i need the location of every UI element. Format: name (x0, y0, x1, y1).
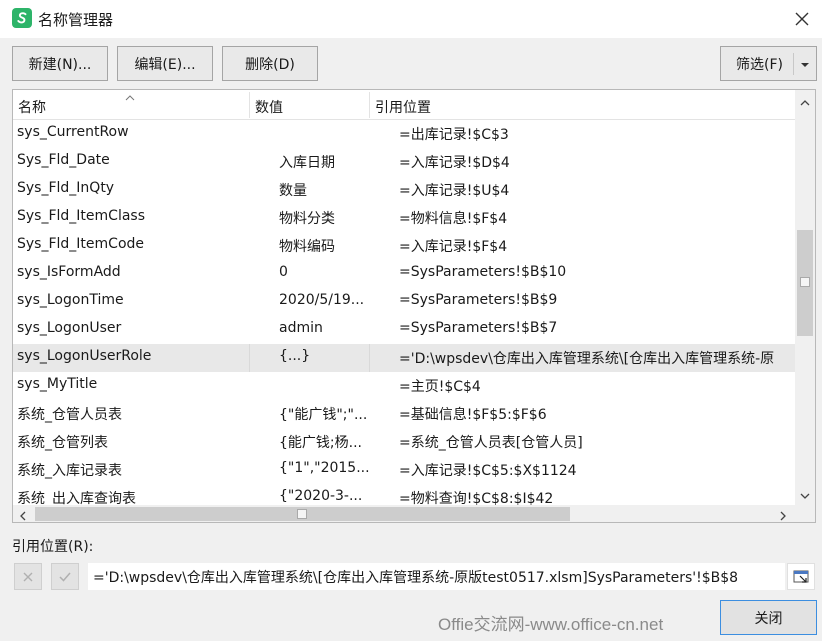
row-name: sys_IsFormAdd (17, 264, 121, 280)
row-name: Sys_Fld_ItemClass (17, 208, 145, 224)
close-button[interactable]: 关闭 (720, 600, 817, 635)
sort-ascending-icon (124, 90, 136, 106)
column-header-value[interactable]: 数值 (255, 97, 283, 117)
row-ref: =主页!$C$4 (399, 379, 481, 395)
row-value: admin (279, 320, 323, 336)
column-divider[interactable] (369, 92, 370, 118)
filter-separator (793, 53, 794, 75)
list-item[interactable]: Sys_Fld_InQty 数量 =入库记录!$U$4 (13, 176, 795, 204)
window-title: 名称管理器 (38, 11, 114, 29)
row-ref: =物料信息!$F$4 (399, 211, 508, 227)
title-bar: 名称管理器 (0, 0, 822, 38)
row-ref: =SysParameters!$B$10 (399, 264, 567, 280)
list-item[interactable]: Sys_Fld_ItemCode 物料编码 =入库记录!$F$4 (13, 232, 795, 260)
grip-icon (800, 277, 810, 287)
row-value: {"能广钱";"... (279, 407, 368, 423)
delete-name-button[interactable]: 删除(D) (222, 46, 318, 81)
column-header-name[interactable]: 名称 (18, 97, 46, 117)
range-select-icon (793, 570, 809, 583)
row-value: 物料编码 (279, 239, 335, 255)
row-value: 物料分类 (279, 211, 335, 227)
filter-label: 筛选(F) (736, 56, 783, 73)
ref-label: 引用位置(R): (12, 539, 94, 555)
column-header-ref[interactable]: 引用位置 (375, 97, 431, 117)
list-header: 名称 数值 引用位置 (13, 90, 795, 120)
scrollbar-corner (795, 505, 815, 522)
collapse-dialog-button[interactable] (787, 563, 815, 590)
grip-icon (297, 509, 307, 519)
cell-divider (249, 344, 250, 372)
vertical-scroll-thumb[interactable] (797, 230, 813, 336)
row-ref: =入库记录!$U$4 (399, 183, 510, 199)
row-name: 系统_仓管列表 (17, 435, 108, 451)
scroll-up-icon[interactable] (800, 95, 810, 111)
list-item[interactable]: sys_LogonTime 2020/5/19... =SysParameter… (13, 288, 795, 316)
row-ref: =出库记录!$C$3 (399, 127, 509, 143)
row-ref: =入库记录!$D$4 (399, 155, 510, 171)
list-item[interactable]: 系统_出入库查询表 {"2020-3-... =物料查询!$C$8:$I$42 (13, 484, 795, 507)
row-name: sys_LogonUser (17, 320, 122, 336)
row-value: 数量 (279, 183, 307, 199)
filter-dropdown-button[interactable]: 筛选(F) (720, 46, 817, 81)
row-ref: =入库记录!$F$4 (399, 239, 508, 255)
row-ref: =系统_仓管人员表[仓管人员] (399, 435, 583, 451)
list-rows: sys_CurrentRow =出库记录!$C$3 Sys_Fld_Date 入… (13, 120, 795, 507)
row-value: 入库日期 (279, 155, 335, 171)
horizontal-scrollbar[interactable] (13, 505, 795, 522)
row-ref: =入库记录!$C$5:$X$1124 (399, 463, 577, 479)
row-name: sys_LogonTime (17, 292, 124, 308)
edit-name-button[interactable]: 编辑(E)... (117, 46, 213, 81)
row-value: {"2020-3-... (279, 488, 363, 504)
row-ref: =SysParameters!$B$7 (399, 320, 558, 336)
row-ref: =基础信息!$F$5:$F$6 (399, 407, 547, 423)
row-name: sys_CurrentRow (17, 124, 129, 140)
row-ref: =SysParameters!$B$9 (399, 292, 558, 308)
names-list[interactable]: 名称 数值 引用位置 sys_CurrentRow =出库记录!$C$3 Sys… (12, 89, 816, 523)
list-item[interactable]: 系统_仓管列表 {能广钱;杨... =系统_仓管人员表[仓管人员] (13, 428, 795, 456)
scroll-left-icon[interactable] (19, 509, 27, 522)
row-value: {"1","2015... (279, 460, 370, 476)
confirm-edit-button[interactable] (51, 563, 79, 590)
row-value: {...} (279, 348, 311, 364)
row-name: Sys_Fld_ItemCode (17, 236, 145, 252)
cancel-edit-button[interactable] (14, 563, 42, 590)
row-name: Sys_Fld_InQty (17, 180, 115, 196)
list-item[interactable]: sys_LogonUser admin =SysParameters!$B$7 (13, 316, 795, 344)
ref-input[interactable] (88, 563, 785, 590)
row-value: 2020/5/19... (279, 292, 365, 308)
column-divider[interactable] (249, 92, 250, 118)
list-item[interactable]: sys_CurrentRow =出库记录!$C$3 (13, 120, 795, 148)
vertical-scrollbar[interactable] (795, 90, 815, 505)
list-item[interactable]: Sys_Fld_ItemClass 物料分类 =物料信息!$F$4 (13, 204, 795, 232)
close-window-icon[interactable] (790, 8, 814, 30)
list-item[interactable]: 系统_入库记录表 {"1","2015... =入库记录!$C$5:$X$112… (13, 456, 795, 484)
new-name-button[interactable]: 新建(N)... (12, 46, 108, 81)
app-logo-icon (12, 8, 32, 28)
checkmark-icon (59, 572, 71, 582)
scroll-down-icon[interactable] (800, 488, 810, 504)
horizontal-scroll-thumb[interactable] (35, 507, 570, 521)
row-value: {能广钱;杨... (279, 435, 362, 451)
cancel-icon (23, 572, 33, 581)
row-name: sys_MyTitle (17, 376, 98, 392)
list-item[interactable]: sys_MyTitle =主页!$C$4 (13, 372, 795, 400)
row-name: sys_LogonUserRole (17, 348, 152, 364)
row-value: 0 (279, 264, 288, 280)
list-item[interactable]: 系统_仓管人员表 {"能广钱";"... =基础信息!$F$5:$F$6 (13, 400, 795, 428)
row-name: Sys_Fld_Date (17, 152, 110, 168)
row-name: 系统_仓管人员表 (17, 407, 122, 423)
list-item-selected[interactable]: sys_LogonUserRole {...} ='D:\wpsdev\仓库出入… (13, 344, 795, 372)
list-item[interactable]: sys_IsFormAdd 0 =SysParameters!$B$10 (13, 260, 795, 288)
chevron-down-icon (800, 58, 810, 74)
list-item[interactable]: Sys_Fld_Date 入库日期 =入库记录!$D$4 (13, 148, 795, 176)
row-ref: ='D:\wpsdev\仓库出入库管理系统\[仓库出入库管理系统-原 (399, 351, 775, 367)
scroll-right-icon[interactable] (779, 509, 787, 522)
watermark-text: Offie交流网-www.office-cn.net (438, 615, 664, 634)
row-name: 系统_入库记录表 (17, 463, 122, 479)
